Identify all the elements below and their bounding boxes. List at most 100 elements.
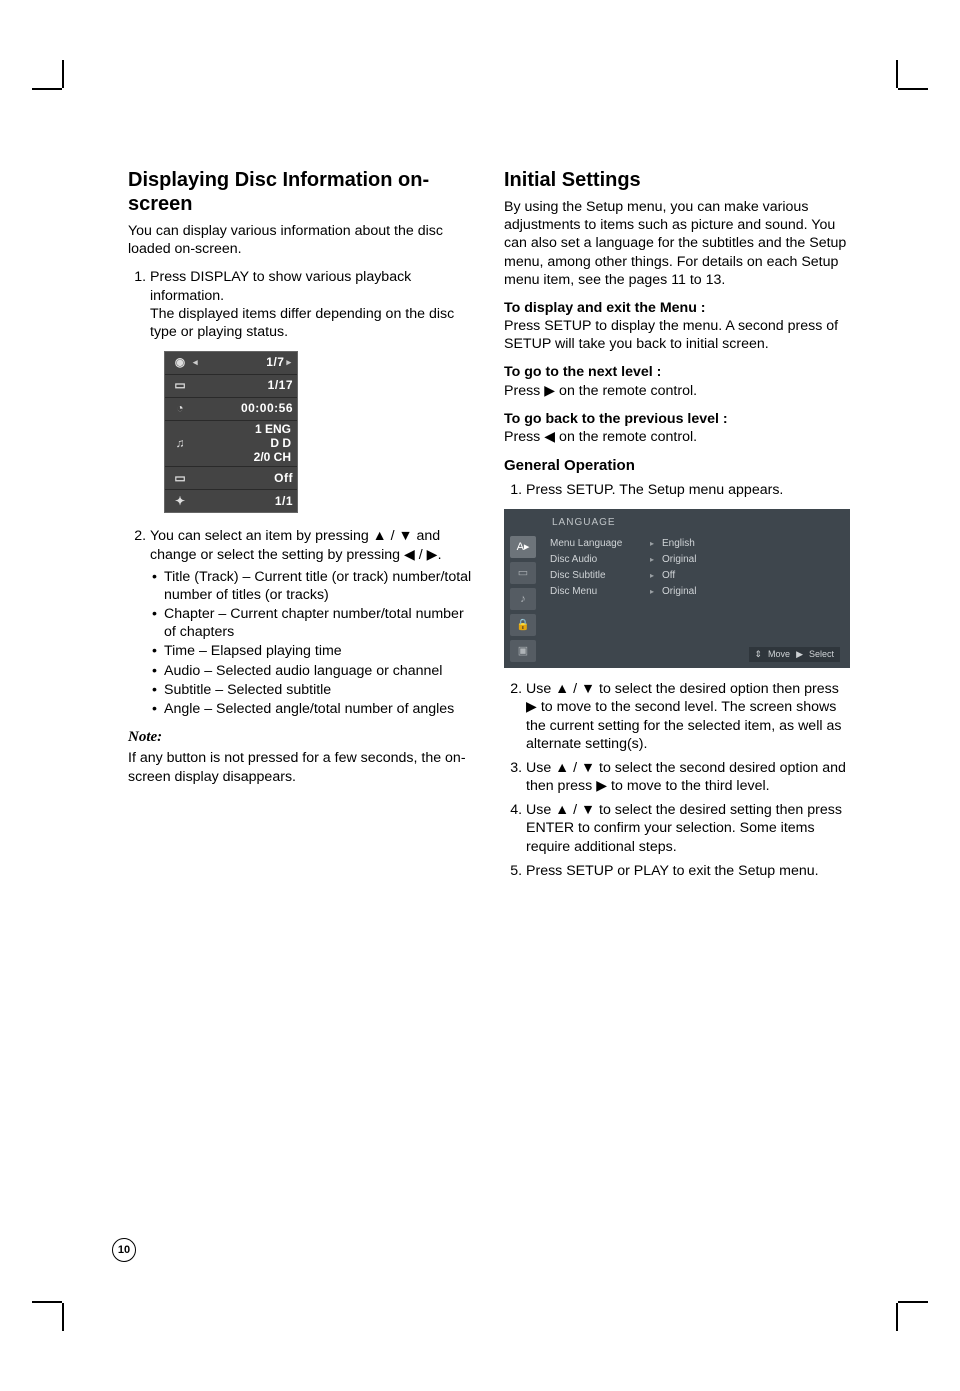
angle-icon: ✦ [169, 492, 191, 510]
chevron-right-icon: ▸ [650, 587, 662, 597]
clock-icon: ◔ [169, 400, 191, 418]
setup-header: LANGUAGE [552, 517, 842, 530]
osd-value: 1 ENG [255, 423, 291, 437]
heading-disc-info: Displaying Disc Information on-screen [128, 168, 474, 216]
crop-mark [896, 60, 898, 88]
chevron-right-icon: ▸ [650, 539, 662, 549]
setup-body: A▸ ▭ ♪ 🔒 ▣ Menu Language ▸ English [510, 536, 842, 662]
tab-language-icon: A▸ [510, 536, 536, 558]
disc-icon: ◉ [169, 354, 191, 372]
list-item: Title (Track) – Current title (or track)… [164, 568, 474, 604]
heading-general-operation: General Operation [504, 456, 850, 475]
setup-item: Menu Language ▸ English [550, 536, 842, 552]
steps-list-right: Press SETUP. The Setup menu appears. [504, 481, 850, 499]
osd-row-time: ◔ 00:00:56 [165, 398, 297, 421]
chevron-right-icon: ▸ [284, 357, 293, 369]
osd-value: 2/0 CH [254, 451, 291, 465]
list-item: Press SETUP. The Setup menu appears. [526, 481, 850, 499]
setup-label: Disc Menu [550, 586, 650, 599]
list-item: Angle – Selected angle/total number of a… [164, 700, 474, 718]
osd-row-angle: ✦ 1/1 [165, 490, 297, 512]
paragraph: To go back to the previous level : Press… [504, 410, 850, 446]
setup-value: Original [662, 586, 696, 599]
paragraph: To go to the next level : Press ▶ on the… [504, 363, 850, 399]
osd-value: 1/7 [200, 355, 285, 370]
list-item: Press DISPLAY to show various playback i… [150, 268, 474, 341]
setup-item: Disc Audio ▸ Original [550, 552, 842, 568]
list-item: Use ▲ / ▼ to select the desired option t… [526, 680, 850, 753]
chevron-right-icon: ▸ [650, 555, 662, 565]
tab-audio-icon: ♪ [510, 588, 536, 610]
osd-value: 1/1 [191, 494, 293, 509]
osd-value: D D [270, 437, 291, 451]
setup-value: Original [662, 554, 696, 567]
tab-display-icon: ▭ [510, 562, 536, 584]
crop-mark [32, 88, 62, 90]
chevron-left-icon: ◂ [191, 357, 200, 369]
list-item: Time – Elapsed playing time [164, 642, 474, 660]
step-text: The displayed items differ depending on … [150, 306, 454, 340]
sub-heading: To go to the next level : [504, 364, 661, 380]
footer-label: Move [768, 649, 790, 661]
setup-label: Menu Language [550, 538, 650, 551]
step-text: Press DISPLAY to show various playback i… [150, 269, 411, 303]
updown-icon: ⇕ [755, 649, 763, 661]
steps-list-left-1: Press DISPLAY to show various playback i… [128, 268, 474, 341]
tab-lock-icon: 🔒 [510, 614, 536, 636]
list-item: You can select an item by pressing ▲ / ▼… [150, 527, 474, 718]
setup-label: Disc Audio [550, 554, 650, 567]
list-item: Chapter – Current chapter number/total n… [164, 605, 474, 641]
tab-others-icon: ▣ [510, 640, 536, 662]
list-item: Press SETUP or PLAY to exit the Setup me… [526, 862, 850, 880]
crop-mark [898, 1301, 928, 1303]
chevron-right-icon: ▶ [796, 649, 803, 661]
chevron-right-icon: ▸ [650, 571, 662, 581]
setup-label: Disc Subtitle [550, 570, 650, 583]
sub-heading: To display and exit the Menu : [504, 300, 706, 316]
crop-mark [62, 1303, 64, 1331]
note-body: If any button is not pressed for a few s… [128, 749, 474, 785]
osd-row-audio: ♫ 1 ENG D D 2/0 CH [165, 421, 297, 467]
footer-label: Select [809, 649, 834, 661]
list-item: Audio – Selected audio language or chann… [164, 662, 474, 680]
body-text: Press ▶ on the remote control. [504, 383, 697, 399]
setup-tabs: A▸ ▭ ♪ 🔒 ▣ [510, 536, 540, 662]
headphones-icon: ♫ [169, 435, 191, 453]
intro-text: You can display various information abou… [128, 222, 474, 258]
setup-footer: ⇕ Move ▶ Select [749, 647, 841, 663]
bullet-list: Title (Track) – Current title (or track)… [150, 568, 474, 718]
crop-mark [62, 60, 64, 88]
setup-item: Disc Subtitle ▸ Off [550, 568, 842, 584]
setup-list: Menu Language ▸ English Disc Audio ▸ Ori… [550, 536, 842, 662]
heading-initial-settings: Initial Settings [504, 168, 850, 192]
osd-row-title: ◉ ◂ 1/7 ▸ [165, 352, 297, 375]
setup-value: Off [662, 570, 675, 583]
crop-mark [896, 1303, 898, 1331]
right-column: Initial Settings By using the Setup menu… [504, 168, 850, 890]
subtitle-icon: ▭ [169, 469, 191, 487]
intro-text: By using the Setup menu, you can make va… [504, 198, 850, 289]
setup-menu-panel: LANGUAGE A▸ ▭ ♪ 🔒 ▣ Menu Language ▸ Engl… [504, 509, 850, 668]
osd-value: 1/17 [191, 378, 293, 393]
crop-mark [32, 1301, 62, 1303]
osd-row-chapter: ▭ 1/17 [165, 375, 297, 398]
osd-row-subtitle: ▭ Off [165, 467, 297, 490]
page-number: 10 [112, 1238, 136, 1262]
note-label: Note: [128, 728, 474, 747]
steps-list-right-cont: Use ▲ / ▼ to select the desired option t… [504, 680, 850, 880]
body-text: Press SETUP to display the menu. A secon… [504, 318, 838, 352]
sub-heading: To go back to the previous level : [504, 411, 728, 427]
osd-value: Off [191, 471, 293, 486]
list-item: Use ▲ / ▼ to select the second desired o… [526, 759, 850, 795]
page-content: Displaying Disc Information on-screen Yo… [128, 168, 850, 890]
paragraph: To display and exit the Menu : Press SET… [504, 299, 850, 354]
osd-value: 00:00:56 [191, 401, 293, 416]
left-column: Displaying Disc Information on-screen Yo… [128, 168, 474, 890]
body-text: Press ◀ on the remote control. [504, 429, 697, 445]
list-item: Subtitle – Selected subtitle [164, 681, 474, 699]
osd-panel: ◉ ◂ 1/7 ▸ ▭ 1/17 ◔ 00:00:56 ♫ 1 ENG D D [164, 351, 298, 513]
step-text: You can select an item by pressing ▲ / ▼… [150, 528, 442, 562]
chapter-icon: ▭ [169, 377, 191, 395]
setup-value: English [662, 538, 695, 551]
steps-list-left-2: You can select an item by pressing ▲ / ▼… [128, 527, 474, 718]
